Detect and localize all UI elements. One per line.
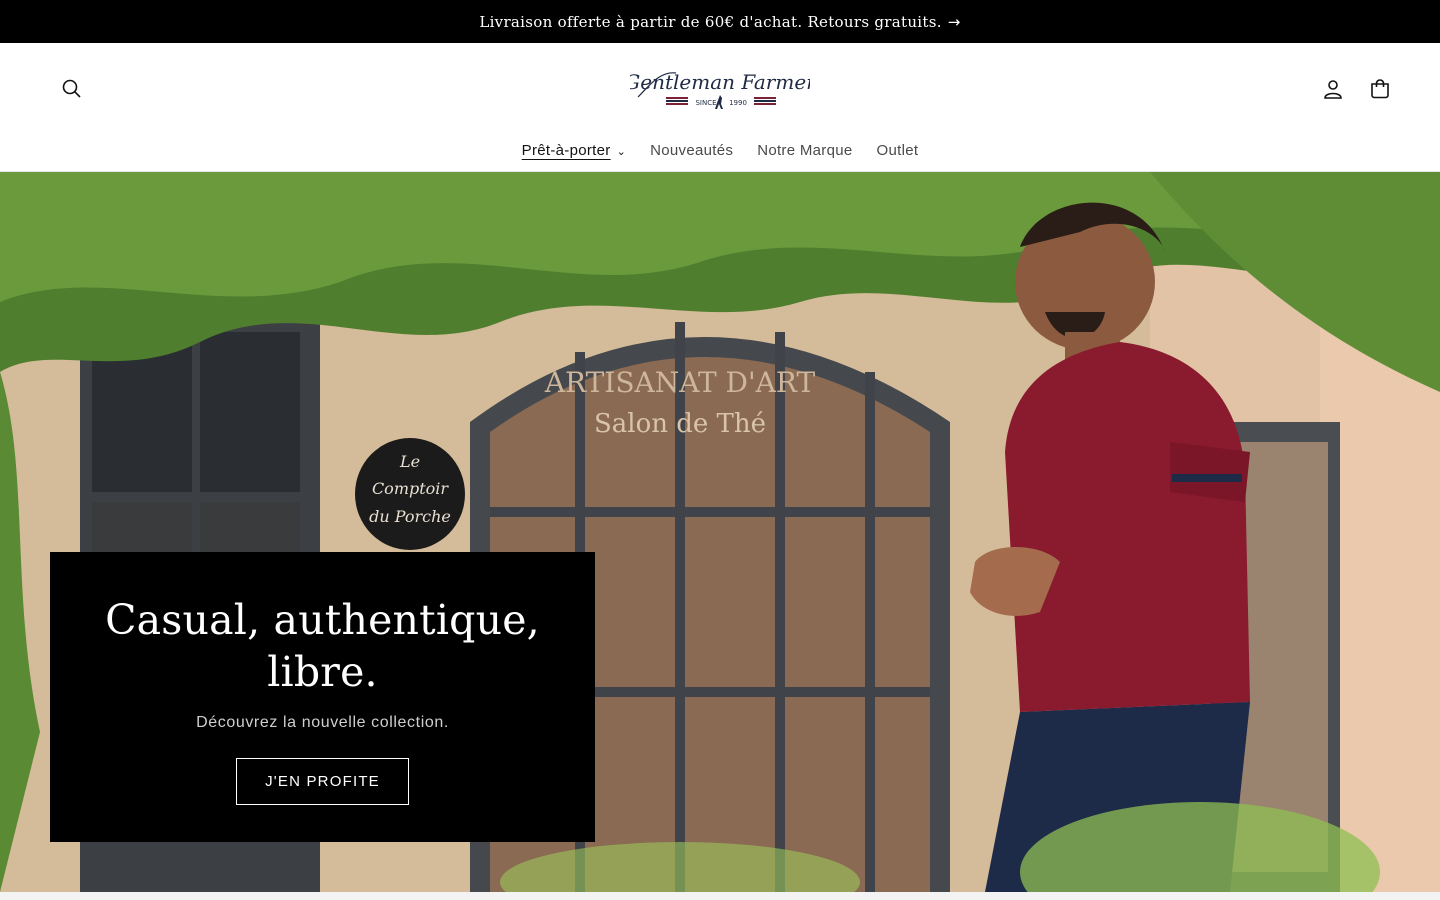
- svg-text:Le: Le: [399, 452, 420, 471]
- cart-icon: [1371, 79, 1389, 99]
- hero-cta-button[interactable]: J'EN PROFITE: [236, 758, 409, 805]
- nav-item-label: Nouveautés: [650, 141, 734, 159]
- svg-text:Gentleman Farmer: Gentleman Farmer: [630, 70, 810, 94]
- search-icon: [62, 79, 81, 98]
- svg-text:Salon de Thé: Salon de Thé: [594, 409, 766, 439]
- account-icon: [1324, 80, 1342, 99]
- hero-content-box: Casual, authentique, libre. Découvrez la…: [50, 552, 595, 842]
- nav-item-label: Notre Marque: [757, 141, 853, 159]
- chevron-down-icon: ⌄: [616, 145, 627, 158]
- logo-image: Gentleman Farmer SINCE 1990: [624, 70, 817, 109]
- nav-item-nouveautes[interactable]: Nouveautés: [650, 142, 733, 159]
- nav-item-notre-marque[interactable]: Notre Marque: [757, 142, 852, 159]
- svg-text:du Porche: du Porche: [369, 507, 451, 526]
- search-button[interactable]: [54, 71, 90, 107]
- announcement-text: Livraison offerte à partir de 60€ d'acha…: [479, 12, 942, 31]
- page-bottom-strip: [0, 892, 1440, 900]
- svg-text:1990: 1990: [729, 99, 747, 107]
- nav-item-pret-a-porter[interactable]: Prêt-à-porter ⌄: [522, 142, 626, 159]
- nav-item-label: Prêt-à-porter: [521, 141, 611, 159]
- hero-title: Casual, authentique, libre.: [105, 596, 540, 696]
- account-button[interactable]: [1315, 71, 1351, 107]
- cart-button[interactable]: [1362, 71, 1398, 107]
- svg-text:SINCE: SINCE: [695, 99, 716, 107]
- hero-banner: ARTISANAT D'ART Salon de Thé Le Comptoir…: [0, 172, 1440, 892]
- site-header: Gentleman Farmer SINCE 1990 Prêt-à-porte…: [0, 43, 1440, 172]
- main-nav: Prêt-à-porter ⌄ Nouveautés Notre Marque …: [0, 137, 1440, 163]
- brand-logo[interactable]: Gentleman Farmer SINCE 1990: [624, 63, 817, 115]
- svg-text:Comptoir: Comptoir: [372, 479, 449, 498]
- arrow-right-icon: →: [947, 12, 961, 31]
- nav-item-label: Outlet: [876, 141, 919, 159]
- hero-subtitle: Découvrez la nouvelle collection.: [196, 714, 449, 731]
- nav-item-outlet[interactable]: Outlet: [877, 142, 919, 159]
- announcement-bar[interactable]: Livraison offerte à partir de 60€ d'acha…: [0, 0, 1440, 43]
- svg-text:ARTISANAT D'ART: ARTISANAT D'ART: [544, 366, 816, 399]
